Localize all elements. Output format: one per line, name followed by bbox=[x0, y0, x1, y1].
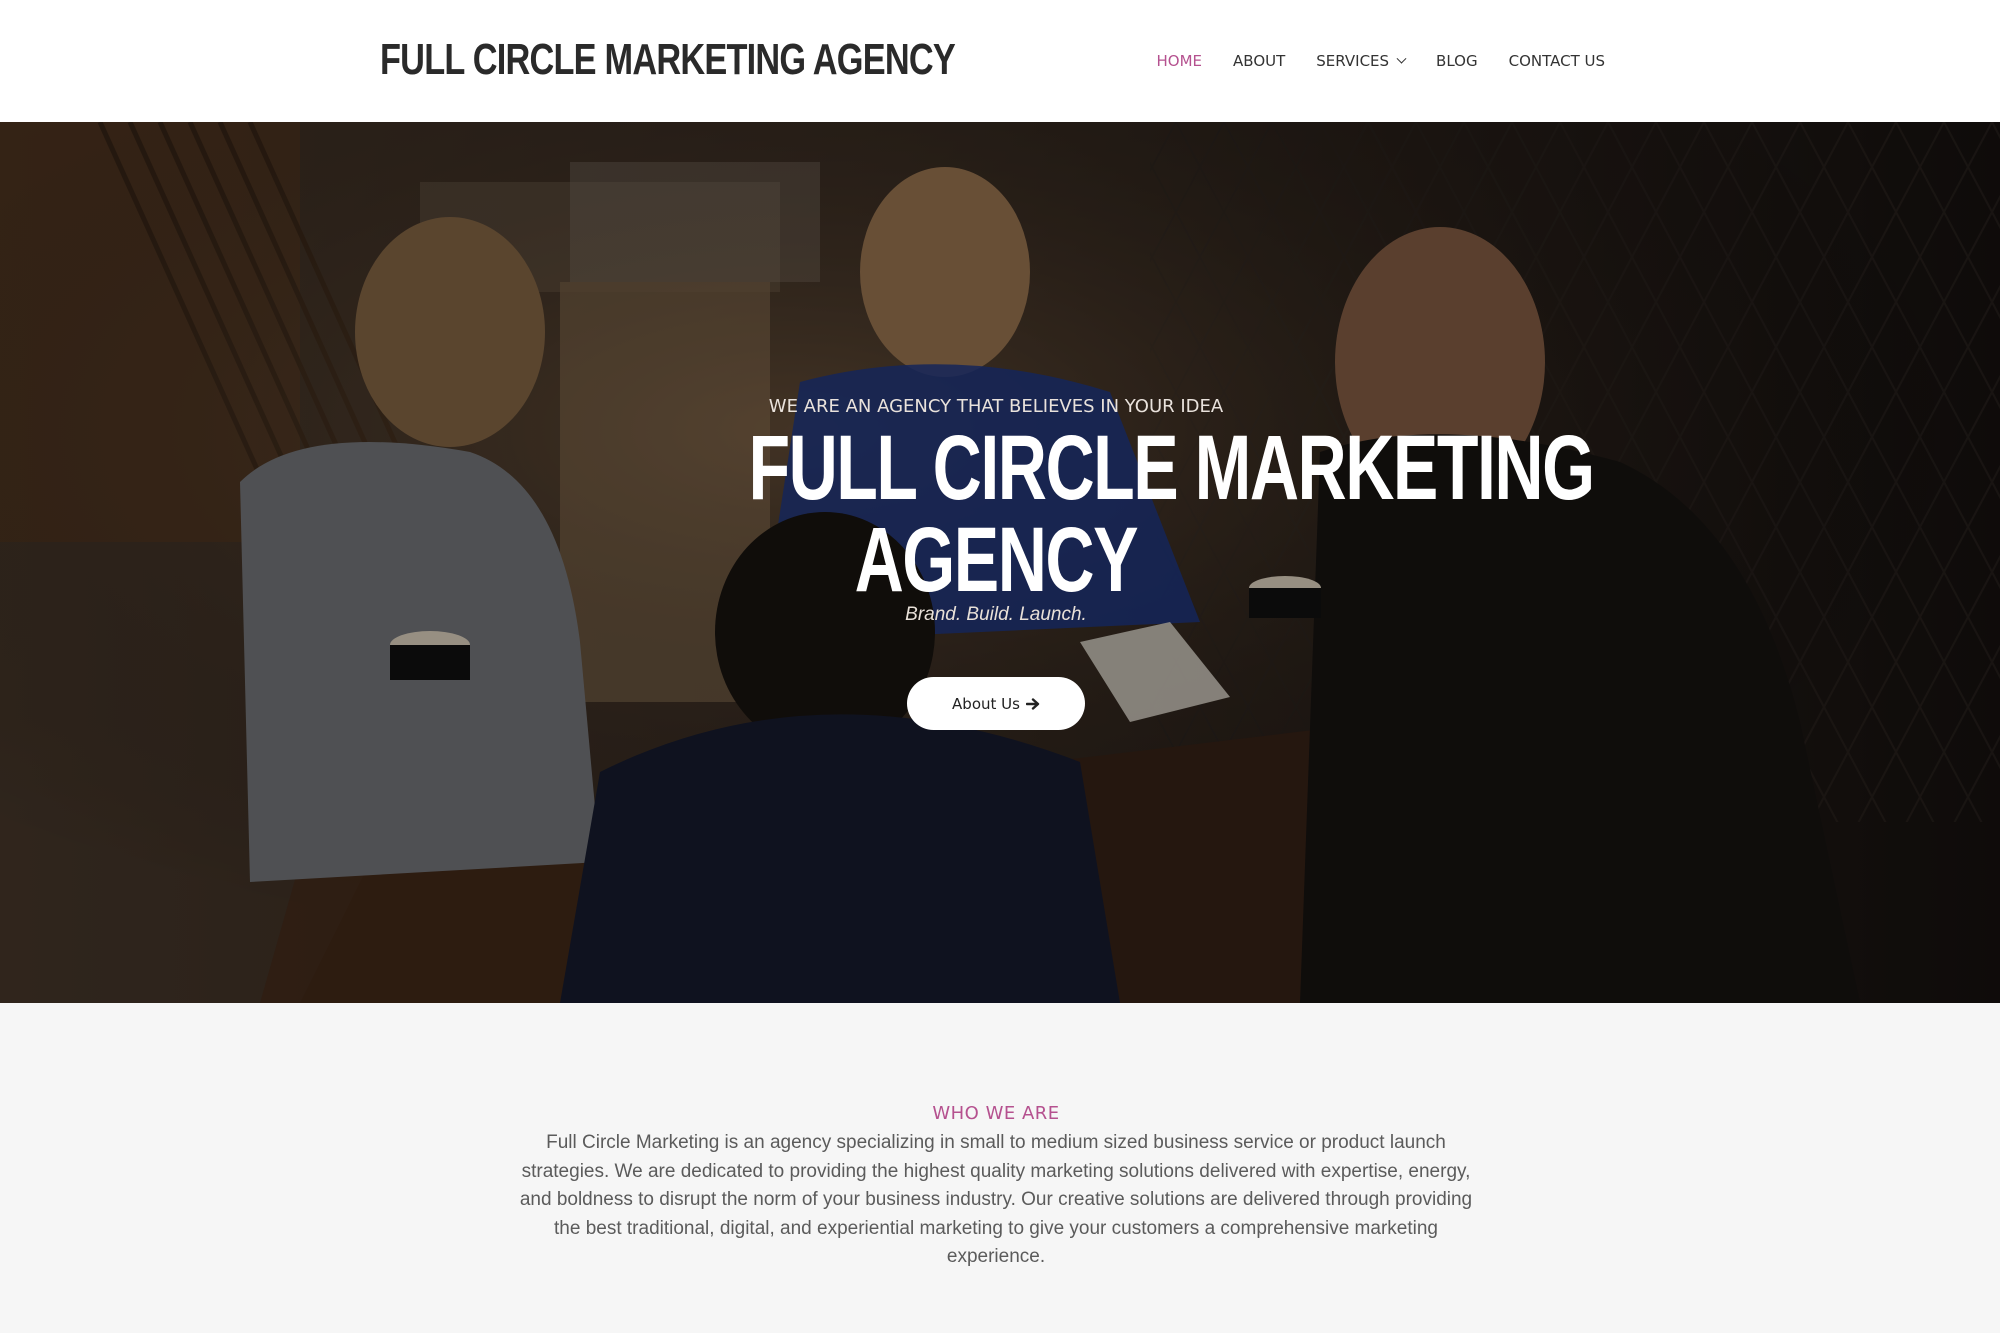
hero-title: FULL CIRCLE MARKETING AGENCY bbox=[600, 422, 1595, 611]
nav-services-label: SERVICES bbox=[1316, 52, 1390, 70]
site-header: FULL CIRCLE MARKETING AGENCY HOME ABOUT … bbox=[0, 0, 2000, 122]
main-nav: HOME ABOUT SERVICES BLOG CONTACT US bbox=[1157, 48, 1605, 74]
chevron-down-icon bbox=[1396, 53, 1407, 64]
site-logo[interactable]: FULL CIRCLE MARKETING AGENCY bbox=[380, 30, 956, 90]
nav-home[interactable]: HOME bbox=[1157, 48, 1203, 74]
section-body-text: Full Circle Marketing is an agency speci… bbox=[519, 1132, 1473, 1267]
section-heading: WHO WE ARE bbox=[932, 1103, 1060, 1124]
about-us-button-label: About Us bbox=[952, 694, 1020, 713]
hero-title-line-2: AGENCY bbox=[854, 509, 1139, 611]
who-we-are-section: WHO WE ARE Full Circle Marketing is an a… bbox=[0, 1003, 2000, 1333]
arrow-right-icon bbox=[1025, 697, 1040, 710]
hero-content: WE ARE AN AGENCY THAT BELIEVES IN YOUR I… bbox=[0, 122, 2000, 1003]
nav-contact-us[interactable]: CONTACT US bbox=[1509, 48, 1605, 74]
about-us-button[interactable]: About Us bbox=[907, 677, 1085, 730]
nav-services[interactable]: SERVICES bbox=[1316, 48, 1407, 74]
nav-about[interactable]: ABOUT bbox=[1233, 48, 1285, 74]
hero-section: WE ARE AN AGENCY THAT BELIEVES IN YOUR I… bbox=[0, 122, 2000, 1003]
nav-blog[interactable]: BLOG bbox=[1436, 48, 1478, 74]
hero-tagline: Brand. Build. Launch. bbox=[905, 604, 1087, 625]
hero-title-line-1: FULL CIRCLE MARKETING bbox=[748, 417, 1595, 519]
